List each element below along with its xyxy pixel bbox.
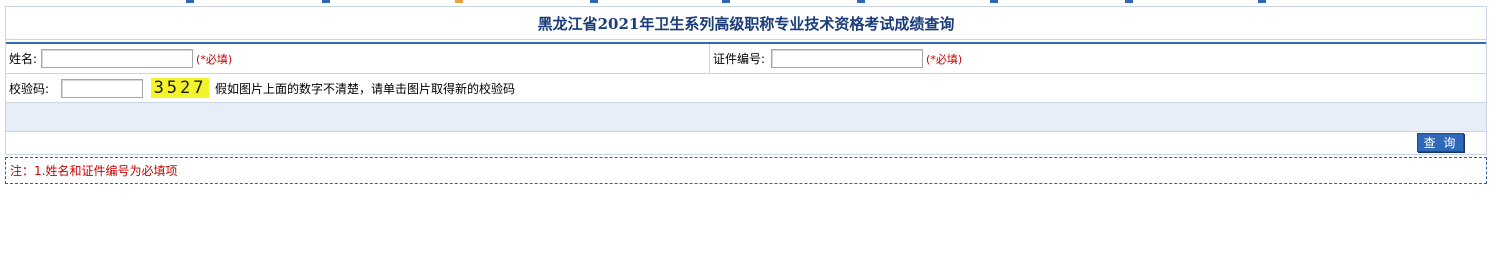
captcha-image[interactable]: 3527 [151, 78, 210, 98]
decor-mark [455, 0, 463, 3]
top-decor-strip [0, 0, 1510, 4]
captcha-hint: 假如图片上面的数字不清楚，请单击图片取得新的校验码 [215, 81, 516, 96]
note-text: 注：1.姓名和证件编号为必填项 [10, 164, 178, 178]
name-input[interactable] [41, 49, 194, 68]
form-footer-band [6, 103, 1486, 132]
query-button[interactable]: 查 询 [1417, 133, 1464, 152]
title-row: 黑龙江省2021年卫生系列高级职称专业技术资格考试成绩查询 [6, 7, 1486, 40]
captcha-cell: 校验码: 3527 假如图片上面的数字不清楚，请单击图片取得新的校验码 [9, 74, 515, 102]
column-divider [709, 44, 710, 73]
decor-mark [1125, 0, 1133, 3]
query-panel: 黑龙江省2021年卫生系列高级职称专业技术资格考试成绩查询 姓名: (*必填) … [5, 6, 1487, 155]
id-label: 证件编号: [713, 52, 766, 66]
name-cell: 姓名: (*必填) [9, 44, 232, 73]
id-cell: 证件编号: (*必填) [713, 44, 962, 73]
decor-mark [857, 0, 865, 3]
page-title: 黑龙江省2021年卫生系列高级职称专业技术资格考试成绩查询 [537, 14, 955, 33]
name-required-note: (*必填) [196, 52, 233, 66]
form-row-name-id: 姓名: (*必填) 证件编号: (*必填) [6, 44, 1486, 74]
note-box: 注：1.姓名和证件编号为必填项 [5, 157, 1487, 184]
decor-mark [990, 0, 998, 3]
captcha-label: 校验码: [9, 81, 50, 96]
decor-mark [186, 0, 194, 3]
name-label: 姓名: [9, 52, 38, 66]
captcha-input[interactable] [61, 78, 144, 98]
button-row: 查 询 [6, 132, 1486, 154]
id-required-note: (*必填) [926, 52, 963, 66]
decor-mark [722, 0, 730, 3]
decor-mark [1258, 0, 1266, 3]
id-number-input[interactable] [771, 49, 924, 68]
decor-mark [322, 0, 330, 3]
form-row-captcha: 校验码: 3527 假如图片上面的数字不清楚，请单击图片取得新的校验码 [6, 74, 1486, 103]
decor-mark [590, 0, 598, 3]
